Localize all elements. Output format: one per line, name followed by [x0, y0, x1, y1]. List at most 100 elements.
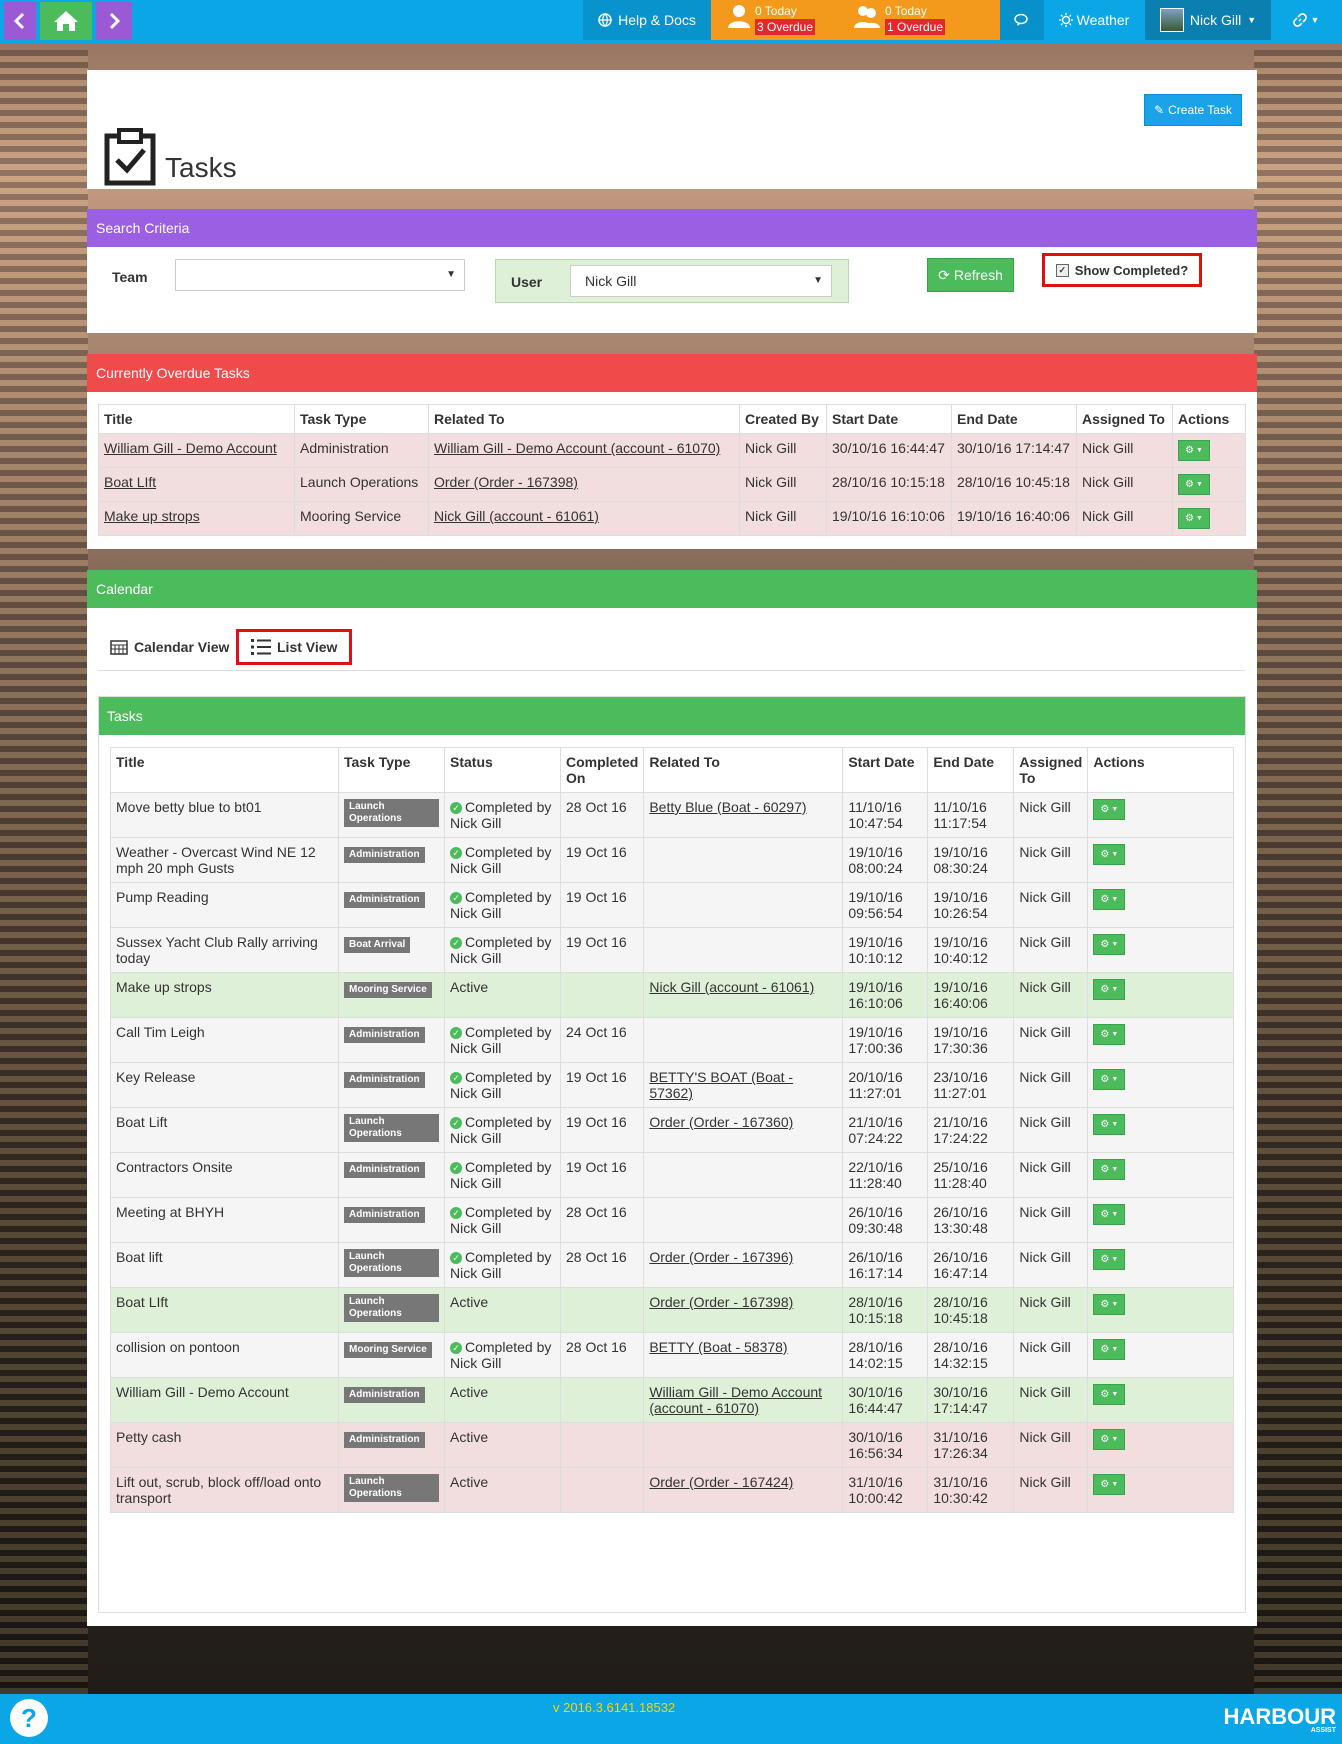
actions-button[interactable]: ⚙ ▼ — [1178, 474, 1210, 495]
actions-button[interactable]: ⚙ ▼ — [1093, 1204, 1126, 1225]
end-date: 30/10/16 17:14:47 — [933, 1384, 988, 1416]
table-cell: Petty cash — [110, 1422, 339, 1468]
related-to-link[interactable]: BETTY (Boat - 58378) — [649, 1339, 787, 1355]
actions-button[interactable]: ⚙ ▼ — [1093, 1474, 1126, 1495]
table-cell: 26/10/16 16:47:14 — [927, 1242, 1015, 1288]
table-cell: ✓ Completed by Nick Gill — [444, 1107, 561, 1153]
actions-button[interactable]: ⚙ ▼ — [1093, 1024, 1126, 1045]
gear-icon: ⚙ — [1100, 1119, 1110, 1130]
show-completed-toggle[interactable]: ✓ Show Completed? — [1042, 253, 1202, 287]
forward-button[interactable] — [96, 2, 132, 40]
caret-down-icon: ▼ — [1111, 1346, 1119, 1353]
show-completed-checkbox[interactable]: ✓ — [1055, 263, 1069, 277]
refresh-button[interactable]: ⟳ Refresh — [927, 258, 1014, 292]
assigned-to: Nick Gill — [1019, 1114, 1071, 1130]
start-date: 19/10/16 09:56:54 — [848, 889, 903, 921]
table-cell: Nick Gill — [1013, 1062, 1089, 1108]
table-cell: ✓ Completed by Nick Gill — [444, 792, 561, 838]
cell-value: 19/10/16 16:40:06 — [957, 508, 1070, 524]
team-select[interactable]: ▼ — [175, 259, 465, 291]
actions-button[interactable]: ⚙ ▼ — [1093, 1339, 1126, 1360]
start-date: 11/10/16 10:47:54 — [848, 799, 903, 831]
table-cell: ⚙ ▼ — [1172, 467, 1246, 502]
sun-icon — [1058, 13, 1073, 27]
tab-list-view[interactable]: List View — [236, 629, 353, 665]
actions-button[interactable]: ⚙ ▼ — [1093, 1429, 1126, 1450]
related-to-link[interactable]: William Gill - Demo Account (account - 6… — [649, 1384, 822, 1416]
task-title-link[interactable]: William Gill - Demo Account — [104, 440, 277, 456]
end-date: 19/10/16 08:30:24 — [933, 844, 988, 876]
related-to-link[interactable]: Order (Order - 167398) — [649, 1294, 793, 1310]
create-task-button[interactable]: ✎ Create Task — [1144, 94, 1242, 126]
cell-value: 19/10/16 16:10:06 — [832, 508, 945, 524]
home-button[interactable] — [40, 2, 92, 40]
table-cell: Sussex Yacht Club Rally arriving today — [110, 927, 339, 973]
actions-button[interactable]: ⚙ ▼ — [1093, 889, 1126, 910]
actions-button[interactable]: ⚙ ▼ — [1178, 440, 1210, 461]
task-title: Pump Reading — [116, 889, 209, 905]
actions-button[interactable]: ⚙ ▼ — [1093, 979, 1126, 1000]
table-cell: 19 Oct 16 — [559, 1152, 645, 1198]
actions-button[interactable]: ⚙ ▼ — [1093, 934, 1126, 955]
table-cell: Nick Gill — [1013, 1422, 1089, 1468]
task-title-link[interactable]: Make up strops — [104, 508, 200, 524]
help-docs-button[interactable]: Help & Docs — [583, 0, 711, 40]
tab-calendar-view[interactable]: Calendar View — [110, 629, 229, 665]
related-to-link[interactable]: Order (Order - 167360) — [649, 1114, 793, 1130]
related-to-link[interactable]: Nick Gill (account - 61061) — [434, 508, 599, 524]
view-tabs: Calendar View List View — [98, 614, 1245, 671]
related-to-link[interactable]: Betty Blue (Boat - 60297) — [649, 799, 806, 815]
table-cell: ⚙ ▼ — [1087, 927, 1234, 973]
help-question-button[interactable]: ? — [10, 1699, 48, 1737]
task-title: Move betty blue to bt01 — [116, 799, 262, 815]
my-tasks-alert[interactable]: 0 Today 3 Overdue — [727, 3, 816, 35]
actions-button[interactable]: ⚙ ▼ — [1093, 1069, 1126, 1090]
column-header: Task Type — [294, 404, 429, 434]
related-to-link[interactable]: BETTY'S BOAT (Boat - 57362) — [649, 1069, 793, 1101]
column-header: Actions — [1172, 404, 1246, 434]
table-row: Key Release Administration ✓ Completed by N… — [110, 1062, 1234, 1108]
table-cell: 28 Oct 16 — [559, 1242, 645, 1288]
table-cell: Active — [444, 1422, 561, 1468]
table-cell: Administration — [338, 837, 445, 883]
table-cell: Administration — [338, 1422, 445, 1468]
related-to-link[interactable]: William Gill - Demo Account (account - 6… — [434, 440, 720, 456]
actions-button[interactable]: ⚙ ▼ — [1093, 844, 1126, 865]
task-type-badge: Launch Operations — [344, 799, 439, 827]
table-cell: 11/10/16 10:47:54 — [842, 792, 929, 838]
table-cell: ⚙ ▼ — [1087, 882, 1234, 928]
actions-button[interactable]: ⚙ ▼ — [1093, 1114, 1126, 1135]
actions-button[interactable]: ⚙ ▼ — [1178, 508, 1210, 529]
related-to-link[interactable]: Order (Order - 167424) — [649, 1474, 793, 1490]
actions-button[interactable]: ⚙ ▼ — [1093, 1159, 1126, 1180]
related-to-link[interactable]: Order (Order - 167398) — [434, 474, 578, 490]
end-date: 21/10/16 17:24:22 — [933, 1114, 988, 1146]
question-icon: ? — [21, 1702, 37, 1733]
task-title-link[interactable]: Boat LIft — [104, 474, 156, 490]
user-menu[interactable]: Nick Gill ▼ — [1145, 0, 1271, 40]
actions-button[interactable]: ⚙ ▼ — [1093, 799, 1126, 820]
table-cell: ✓ Completed by Nick Gill — [444, 1332, 561, 1378]
actions-button[interactable]: ⚙ ▼ — [1093, 1249, 1126, 1270]
table-cell: William Gill - Demo Account (account - 6… — [428, 433, 740, 468]
table-cell: Nick Gill — [1013, 1152, 1089, 1198]
table-cell: 30/10/16 16:44:47 — [842, 1377, 929, 1423]
gear-icon: ⚙ — [1100, 1389, 1110, 1400]
related-to-link[interactable]: Order (Order - 167396) — [649, 1249, 793, 1265]
related-to-link[interactable]: Nick Gill (account - 61061) — [649, 979, 814, 995]
actions-button[interactable]: ⚙ ▼ — [1093, 1384, 1126, 1405]
team-tasks-today: 0 Today — [885, 4, 927, 18]
chat-button[interactable] — [1000, 0, 1044, 40]
back-button[interactable] — [4, 2, 36, 40]
gear-icon: ⚙ — [1100, 1344, 1110, 1355]
user-select[interactable]: Nick Gill ▼ — [570, 265, 832, 297]
cell-value: 30/10/16 16:44:47 — [832, 440, 945, 456]
caret-down-icon: ▼ — [1111, 1031, 1119, 1038]
weather-button[interactable]: Weather — [1044, 0, 1144, 40]
actions-button[interactable]: ⚙ ▼ — [1093, 1294, 1126, 1315]
user-label: User — [511, 274, 543, 290]
table-cell: ✓ Completed by Nick Gill — [444, 1017, 561, 1063]
table-cell: Nick Gill — [1076, 433, 1173, 468]
team-tasks-alert[interactable]: 0 Today 1 Overdue — [853, 3, 946, 35]
links-menu[interactable]: ▼ — [1273, 0, 1339, 40]
